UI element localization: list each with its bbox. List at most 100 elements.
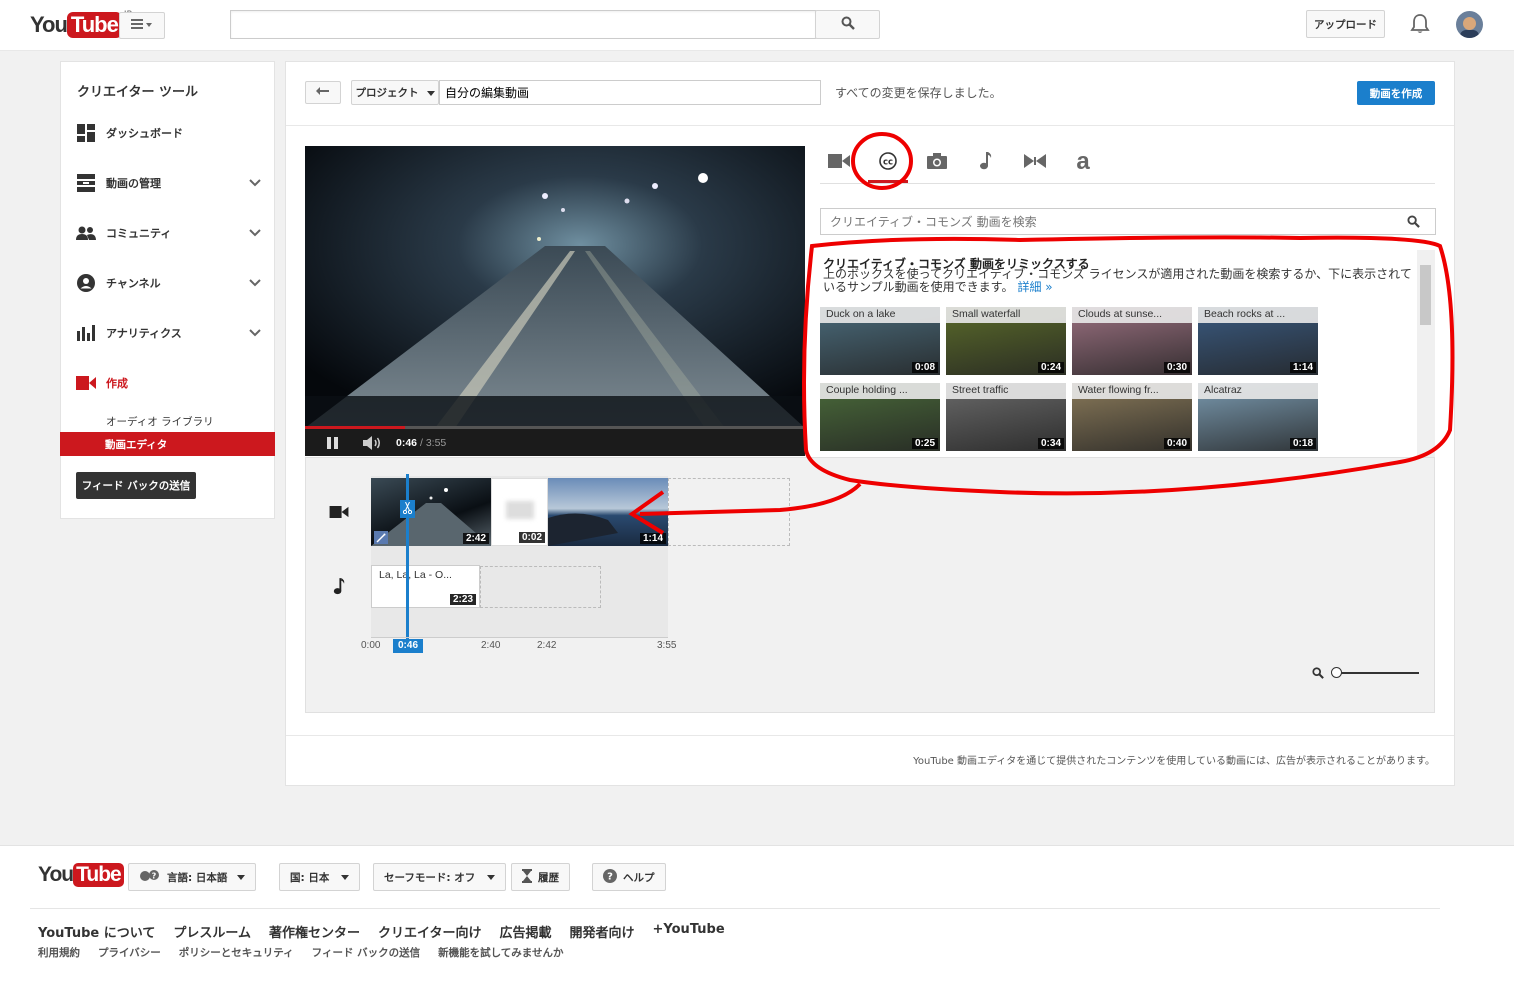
footer-secondary-links: 利用規約 プライバシー ポリシーとセキュリティ フィード バックの送信 新機能を… xyxy=(38,945,582,960)
footer-logo[interactable]: You Tube xyxy=(38,863,124,887)
time-marker: 2:42 xyxy=(537,640,557,651)
video-manager-icon xyxy=(76,173,96,193)
audio-clip[interactable]: La, La, La - O... 2:23 xyxy=(371,565,480,608)
create-video-button[interactable]: 動画を作成 xyxy=(1357,81,1435,105)
language-button[interactable]: ? 言語: 日本語 xyxy=(128,863,257,891)
footer-link[interactable]: 利用規約 xyxy=(38,945,80,960)
cc-video-thumbnail[interactable]: Street traffic 0:34 xyxy=(946,383,1066,451)
search-icon[interactable] xyxy=(1407,215,1420,231)
player-current-time: 0:46 xyxy=(396,437,418,449)
clip-duration: 2:42 xyxy=(462,533,489,544)
sidebar-item-dashboard[interactable]: ダッシュボード xyxy=(76,122,183,144)
back-arrow-icon xyxy=(316,86,330,99)
feedback-button[interactable]: フィード バックの送信 xyxy=(76,472,196,499)
video-frame xyxy=(305,146,805,428)
hourglass-icon xyxy=(522,868,532,886)
avatar[interactable] xyxy=(1456,11,1483,38)
cc-video-thumbnail[interactable]: Duck on a lake 0:08 xyxy=(820,307,940,375)
safety-mode-button[interactable]: セーフモード: オフ xyxy=(373,863,507,891)
youtube-logo[interactable]: You Tube JP xyxy=(30,10,132,40)
pause-icon[interactable] xyxy=(327,437,338,452)
cc-search-input[interactable] xyxy=(820,208,1436,235)
footer-link[interactable]: プレスルーム xyxy=(173,922,251,941)
video-track-dropzone[interactable] xyxy=(668,478,790,546)
sidebar-item-analytics[interactable]: アナリティクス xyxy=(76,322,261,344)
cc-video-thumbnail[interactable]: Small waterfall 0:24 xyxy=(946,307,1066,375)
cc-video-thumbnail[interactable]: Alcatraz 0:18 xyxy=(1198,383,1318,451)
tab-transitions[interactable] xyxy=(1020,150,1050,174)
footer-link[interactable]: ポリシーとセキュリティ xyxy=(179,945,294,960)
cc-video-title: Duck on a lake xyxy=(820,307,940,323)
sidebar-subitem-audio-library[interactable]: オーディオ ライブラリ xyxy=(106,414,214,429)
cc-scrollbar[interactable] xyxy=(1417,250,1435,466)
cc-video-thumbnail[interactable]: Water flowing fr... 0:40 xyxy=(1072,383,1192,451)
project-dropdown[interactable]: プロジェクト xyxy=(351,80,439,105)
footer-link[interactable]: クリエイター向け xyxy=(378,922,481,941)
tab-text[interactable]: a xyxy=(1068,150,1098,174)
sidebar-item-community[interactable]: コミュニティ xyxy=(76,222,261,244)
volume-icon[interactable] xyxy=(363,436,383,453)
cc-video-thumbnail[interactable]: Couple holding ... 0:25 xyxy=(820,383,940,451)
sidebar-item-create[interactable]: 作成 xyxy=(76,372,128,394)
cc-video-thumbnail[interactable]: Beach rocks at ... 1:14 xyxy=(1198,307,1318,375)
upload-button[interactable]: アップロード xyxy=(1306,10,1385,38)
footer-link[interactable]: +YouTube xyxy=(653,922,725,941)
chevron-down-icon xyxy=(249,277,261,290)
footer-link[interactable]: 広告掲載 xyxy=(499,922,551,941)
help-button[interactable]: ? ヘルプ xyxy=(592,863,666,891)
split-clip-button[interactable] xyxy=(400,500,415,518)
cc-video-title: Small waterfall xyxy=(946,307,1066,323)
zoom-slider-handle[interactable] xyxy=(1331,667,1342,678)
time-marker: 2:40 xyxy=(481,640,501,651)
creator-tools-sidebar: クリエイター ツール ダッシュボード 動画の管理 コミュニティ チャンネル アナ… xyxy=(60,61,275,519)
tab-my-videos[interactable] xyxy=(824,150,854,174)
footer-link[interactable]: フィード バックの送信 xyxy=(312,945,420,960)
timeline-ruler xyxy=(371,637,668,638)
tab-audio[interactable] xyxy=(970,150,1000,174)
dropdown-arrow-icon xyxy=(341,871,350,883)
cc-video-thumbnail[interactable]: Clouds at sunse... 0:30 xyxy=(1072,307,1192,375)
cc-video-title: Water flowing fr... xyxy=(1072,383,1192,399)
footer-link[interactable]: 新機能を試してみませんか xyxy=(438,945,563,960)
clip-duration: 1:14 xyxy=(639,533,666,544)
zoom-icon xyxy=(1312,667,1324,682)
search-input[interactable] xyxy=(230,10,816,39)
project-name-input[interactable] xyxy=(439,80,821,105)
video-player[interactable]: 0:46 / 3:55 xyxy=(305,146,805,456)
footer-link[interactable]: 著作権センター xyxy=(269,922,360,941)
search-button[interactable] xyxy=(815,10,880,39)
timeline-clip[interactable]: 0:02 xyxy=(491,478,548,546)
bell-icon[interactable] xyxy=(1409,13,1431,35)
disclaimer-divider xyxy=(286,735,1454,736)
guide-button[interactable] xyxy=(119,12,165,39)
zoom-slider-track[interactable] xyxy=(1332,672,1419,674)
clip-thumbnail xyxy=(506,501,534,519)
sidebar-item-channel[interactable]: チャンネル xyxy=(76,272,261,294)
tab-creative-commons[interactable]: cc xyxy=(873,150,903,174)
analytics-icon xyxy=(76,323,96,343)
footer-link[interactable]: YouTube について xyxy=(38,922,155,941)
dropdown-arrow-icon xyxy=(237,871,246,883)
cc-scrollbar-thumb[interactable] xyxy=(1420,265,1431,325)
history-button[interactable]: 履歴 xyxy=(511,863,570,891)
transitions-icon xyxy=(1024,153,1046,171)
magic-wand-icon[interactable] xyxy=(374,531,388,544)
tab-photos[interactable] xyxy=(922,150,952,174)
audio-track-icon xyxy=(332,578,345,598)
clip-duration: 0:02 xyxy=(518,532,545,543)
svg-text:?: ? xyxy=(152,871,157,880)
learn-more-link[interactable]: 詳細 » xyxy=(1017,280,1052,294)
sidebar-subitem-video-editor[interactable]: 動画エディタ xyxy=(60,432,275,456)
footer-link[interactable]: プライバシー xyxy=(98,945,161,960)
back-button[interactable] xyxy=(305,81,341,104)
create-icon xyxy=(76,373,96,393)
audio-track-dropzone[interactable] xyxy=(480,566,601,608)
sidebar-item-video-manager[interactable]: 動画の管理 xyxy=(76,172,261,194)
footer-links: YouTube について プレスルーム 著作権センター クリエイター向け 広告掲… xyxy=(38,922,743,941)
country-button[interactable]: 国: 日本 xyxy=(279,863,361,891)
time-marker: 3:55 xyxy=(657,640,677,651)
timeline-clip[interactable]: 2:42 xyxy=(371,478,491,546)
timeline-clip[interactable]: 1:14 xyxy=(548,478,668,546)
search-icon xyxy=(841,16,855,33)
footer-link[interactable]: 開発者向け xyxy=(570,922,635,941)
